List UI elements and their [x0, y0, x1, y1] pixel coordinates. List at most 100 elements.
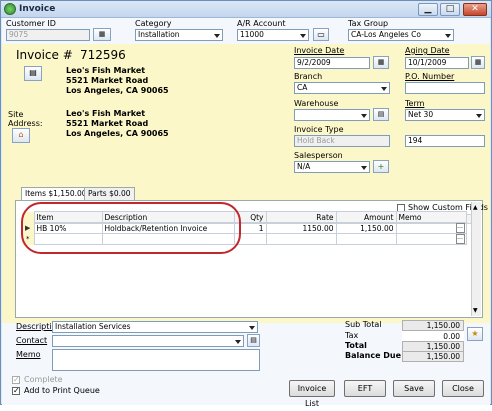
invoice-main-panel: Invoice # 712596 ▤ Leo's Fish Market 552…	[2, 44, 490, 187]
category-value: Installation	[138, 30, 180, 39]
minimize-button[interactable]: ▁	[418, 3, 438, 16]
invoice-window: Invoice ▁ □ ✕ Customer ID 9075 ▦ Categor…	[0, 0, 492, 408]
warehouse-label: Warehouse	[294, 99, 339, 108]
print-queue-checkbox[interactable]: ✓	[12, 387, 20, 395]
cell-amount-empty[interactable]	[335, 233, 397, 245]
site-address: Leo's Fish Market 5521 Market Road Los A…	[66, 109, 169, 139]
maximize-button[interactable]: □	[440, 3, 460, 16]
window-title: Invoice	[19, 4, 56, 14]
ar-account-value: 11000	[240, 30, 264, 39]
scroll-up-icon[interactable]: ▲	[473, 204, 478, 211]
branch-value: CA	[297, 83, 308, 92]
salesperson-label: Salesperson	[294, 151, 343, 160]
warehouse-lookup-button[interactable]: ▤	[373, 108, 389, 121]
description-value: Installation Services	[55, 322, 131, 331]
bill-to-button[interactable]: ▤	[24, 66, 42, 81]
customer-id-field[interactable]: 9075	[6, 29, 90, 41]
add-salesperson-button[interactable]: +	[373, 160, 389, 173]
col-header-memo: Memo	[395, 211, 467, 223]
save-button[interactable]: Save	[393, 380, 435, 397]
col-header-amount: Amount	[335, 211, 397, 223]
site-address-label: Site Address:	[8, 110, 43, 128]
branch-label: Branch	[294, 72, 323, 81]
invoice-date-label: Invoice Date	[294, 46, 345, 55]
vertical-scrollbar[interactable]: ▲ ▼	[471, 202, 481, 316]
calendar-icon[interactable]: ▦	[373, 56, 389, 69]
term-select[interactable]: Net 30	[405, 109, 485, 121]
warehouse-select[interactable]	[294, 109, 370, 121]
chevron-down-icon	[233, 336, 243, 346]
chevron-down-icon	[212, 30, 222, 40]
tax-group-value: CA-Los Angeles Co	[351, 30, 421, 39]
footer-panel: Description Installation Services Contac…	[2, 320, 490, 408]
tax-icon[interactable]: ★	[467, 327, 483, 341]
close-button[interactable]: Close	[442, 380, 484, 397]
app-icon	[4, 3, 16, 15]
memo-field[interactable]	[52, 349, 260, 371]
branch-select[interactable]: CA	[294, 82, 390, 94]
customer-id-label: Customer ID	[6, 19, 56, 28]
eft-button[interactable]: EFT	[344, 380, 386, 397]
cell-rate-empty[interactable]	[265, 233, 337, 245]
chevron-down-icon	[379, 83, 389, 93]
tab-items[interactable]: Items $1,150.00	[21, 187, 91, 200]
bill-to-line2: 5521 Market Road	[66, 76, 149, 85]
col-header-rate: Rate	[265, 211, 337, 223]
complete-label: Complete	[24, 375, 63, 384]
scroll-down-icon[interactable]: ▼	[473, 307, 478, 314]
chevron-down-icon	[359, 110, 369, 120]
invoice-number-label: Invoice #	[16, 48, 73, 62]
balance-due-label: Balance Due	[345, 351, 402, 360]
site-line1: Leo's Fish Market	[66, 109, 146, 118]
ar-account-select[interactable]: 11000	[237, 29, 309, 41]
tab-parts[interactable]: Parts $0.00	[84, 187, 135, 200]
term-value: Net 30	[408, 110, 434, 119]
site-home-button[interactable]: ⌂	[12, 128, 30, 143]
contact-select[interactable]	[52, 335, 244, 347]
site-line3: Los Angeles, CA 90065	[66, 129, 169, 138]
tax-group-select[interactable]: CA-Los Angeles Co	[348, 29, 454, 41]
tax-label: Tax	[345, 331, 359, 340]
title-bar: Invoice ▁ □ ✕	[1, 1, 491, 18]
chevron-down-icon	[443, 30, 453, 40]
complete-checkbox[interactable]: ✓	[12, 376, 20, 384]
chevron-down-icon	[247, 322, 257, 332]
invoice-list-button[interactable]: Invoice List	[289, 380, 335, 408]
bill-to-line1: Leo's Fish Market	[66, 66, 146, 75]
aging-date-label: Aging Date	[405, 46, 450, 55]
po-number-label: P.O. Number	[405, 72, 455, 81]
memo-label: Memo	[16, 350, 41, 359]
term-label: Term	[405, 99, 425, 108]
aging-date-field[interactable]: 10/1/2009	[405, 57, 469, 69]
header-bar: Customer ID 9075 ▦ Category Installation…	[2, 18, 490, 44]
description-select[interactable]: Installation Services	[52, 321, 258, 333]
cell-rate[interactable]: 1150.00	[265, 222, 337, 234]
chevron-down-icon	[474, 110, 484, 120]
po-number-field[interactable]	[405, 82, 485, 94]
invoice-date-field[interactable]: 9/2/2009	[294, 57, 370, 69]
category-select[interactable]: Installation	[135, 29, 223, 41]
subtotal-value: 1,150.00	[402, 320, 464, 331]
contact-label: Contact	[16, 336, 48, 345]
contact-details-button[interactable]: ▤	[247, 334, 260, 347]
memo-ellipsis-button[interactable]: ...	[455, 223, 465, 233]
bill-to-address: Leo's Fish Market 5521 Market Road Los A…	[66, 66, 169, 96]
tax-group-label: Tax Group	[348, 19, 389, 28]
invoice-type-extra-field[interactable]: 194	[405, 135, 485, 147]
salesperson-select[interactable]: N/A	[294, 161, 370, 173]
memo-ellipsis-button[interactable]: ...	[455, 234, 465, 244]
print-queue-label: Add to Print Queue	[24, 386, 100, 395]
invoice-type-field[interactable]: Hold Back	[294, 135, 390, 147]
chevron-down-icon	[298, 30, 308, 40]
bill-to-line3: Los Angeles, CA 90065	[66, 86, 169, 95]
cell-amount[interactable]: 1,150.00	[335, 222, 397, 234]
close-window-button[interactable]: ✕	[463, 3, 487, 16]
account-details-button[interactable]: ▭	[313, 28, 329, 41]
salesperson-value: N/A	[297, 162, 311, 171]
cell-memo[interactable]: ...	[395, 222, 467, 234]
calendar-icon[interactable]: ▦	[471, 56, 485, 69]
invoice-number: 712596	[80, 48, 126, 62]
invoice-type-label: Invoice Type	[294, 125, 344, 134]
customer-lookup-button[interactable]: ▦	[93, 28, 111, 41]
cell-memo-empty[interactable]: ...	[395, 233, 467, 245]
